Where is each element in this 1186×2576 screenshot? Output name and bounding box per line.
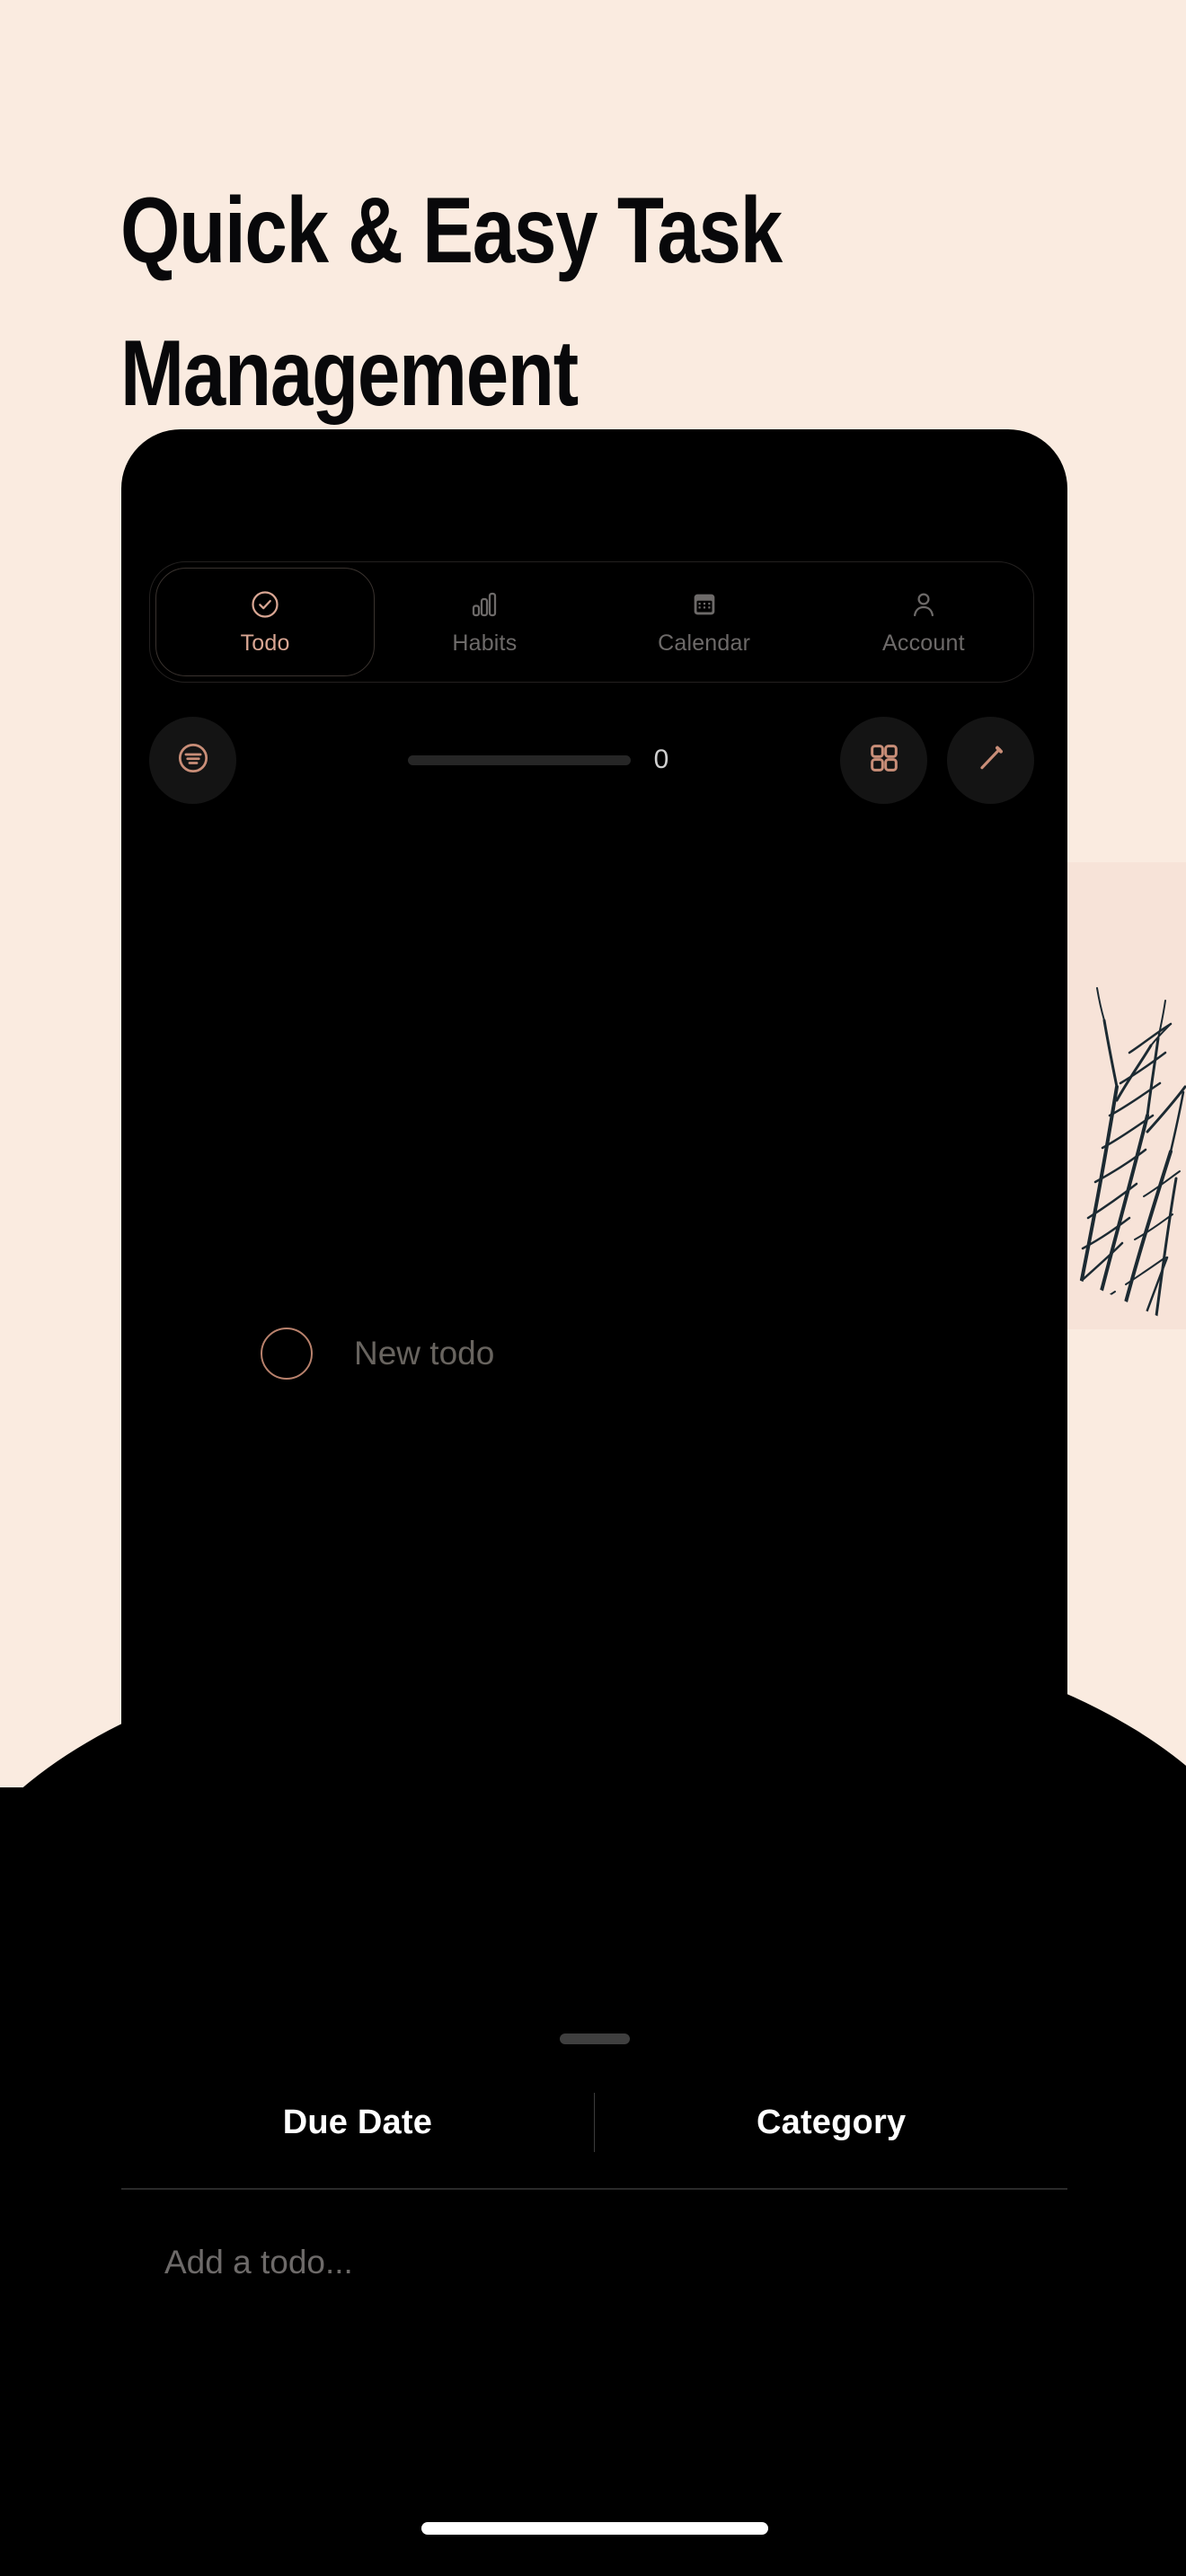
sheet-action-row: Due Date Category [121, 2093, 1067, 2152]
tab-calendar[interactable]: Calendar [595, 562, 814, 682]
edit-button[interactable] [947, 716, 1034, 804]
composer-divider [121, 2188, 1067, 2190]
home-indicator [420, 2522, 768, 2535]
add-todo-input[interactable]: Add a todo... [164, 2244, 353, 2281]
tab-habits[interactable]: Habits [375, 562, 594, 682]
grid-view-icon [866, 740, 902, 781]
tab-bar: Todo Habits Calendar Account [149, 561, 1034, 683]
tab-label-habits: Habits [452, 631, 518, 656]
check-circle-icon [249, 587, 281, 622]
tab-account[interactable]: Account [814, 562, 1033, 682]
phone-mockup: Todo Habits Calendar Account 0 New todo … [121, 429, 1067, 2576]
progress-bar [407, 754, 631, 765]
branches-illustration [1070, 987, 1186, 1329]
filter-lines-circle-icon [173, 738, 213, 782]
todo-list-item[interactable]: New todo [261, 1328, 494, 1380]
filter-button[interactable] [149, 716, 236, 804]
todo-checkbox[interactable] [261, 1328, 313, 1380]
person-icon [907, 587, 940, 622]
tab-label-todo: Todo [240, 631, 290, 656]
tab-label-account: Account [882, 631, 965, 656]
branch-photo [1065, 862, 1186, 1329]
toolbar-right-buttons [840, 716, 1034, 804]
category-button[interactable]: Category [595, 2104, 1067, 2142]
pencil-edit-icon [973, 740, 1009, 781]
calendar-icon [689, 587, 720, 622]
list-toolbar: 0 [149, 715, 1034, 805]
tab-label-calendar: Calendar [658, 631, 751, 656]
todo-title: New todo [354, 1335, 495, 1372]
progress-area: 0 [236, 745, 840, 775]
bar-chart-icon [468, 587, 500, 622]
bottom-sheet: Due Date Category [121, 1938, 1067, 2174]
tab-todo[interactable]: Todo [155, 568, 376, 676]
grid-view-button[interactable] [840, 716, 927, 804]
promo-headline: Quick & Easy Task Management [120, 179, 783, 427]
sheet-drag-handle[interactable] [559, 2033, 630, 2044]
progress-value: 0 [653, 745, 669, 774]
due-date-button[interactable]: Due Date [121, 2104, 594, 2142]
